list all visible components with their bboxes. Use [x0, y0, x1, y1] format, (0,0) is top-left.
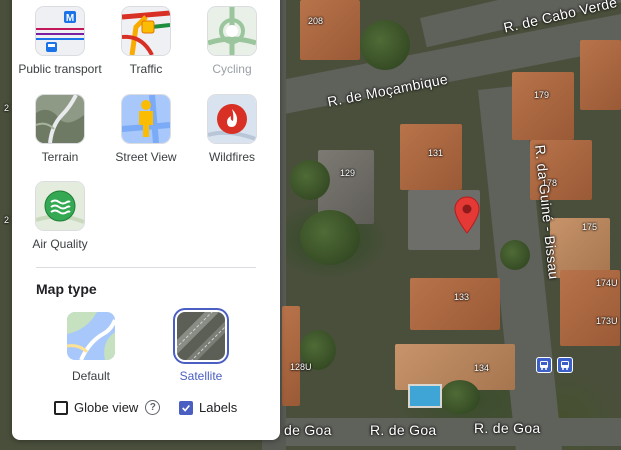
svg-text:M: M — [66, 13, 74, 24]
building-number: 179 — [534, 90, 550, 100]
building — [282, 306, 300, 406]
terrain-icon — [36, 95, 84, 143]
map-type-label: Default — [71, 369, 111, 383]
layer-label: Public transport — [18, 62, 102, 76]
building-number: 128U — [290, 362, 312, 372]
layer-air-quality[interactable]: Air Quality — [17, 182, 103, 252]
layer-terrain[interactable]: Terrain — [17, 95, 103, 165]
check-icon — [182, 404, 190, 412]
tree — [360, 20, 410, 70]
wildfires-icon — [208, 95, 256, 143]
layer-label: Cycling — [212, 62, 252, 76]
section-divider — [36, 267, 256, 268]
layer-public-transport[interactable]: M Public transport — [17, 7, 103, 77]
layer-label: Traffic — [129, 62, 163, 76]
building-number: 2 — [4, 103, 10, 113]
tree — [440, 380, 480, 414]
globe-view-option[interactable]: Globe view ? — [54, 400, 161, 415]
building-number: 173U — [596, 316, 618, 326]
building — [410, 278, 500, 330]
tree — [290, 160, 330, 200]
layer-label: Street View — [115, 150, 177, 164]
street-label-goa-3: R. de Goa — [474, 420, 541, 436]
traffic-icon — [122, 7, 170, 55]
building-number: 134 — [474, 363, 490, 373]
bus-stop-icon[interactable] — [536, 357, 552, 373]
cycling-icon — [208, 7, 256, 55]
building-number: 2 — [4, 215, 10, 225]
swimming-pool — [408, 384, 442, 408]
street-label-goa-1: de Goa — [284, 422, 332, 438]
layer-wildfires[interactable]: Wildfires — [189, 95, 275, 165]
tree — [500, 240, 530, 270]
building-number: 129 — [340, 168, 356, 178]
building-number: 175 — [582, 222, 598, 232]
labels-checkbox[interactable] — [179, 400, 193, 415]
building-number: 131 — [428, 148, 444, 158]
layer-street-view[interactable]: Street View — [103, 95, 189, 165]
building-number: 208 — [308, 16, 324, 26]
building — [512, 72, 574, 140]
labels-label: Labels — [199, 400, 238, 415]
default-map-icon — [67, 312, 115, 360]
map-type-satellite[interactable]: Satellite — [151, 312, 251, 383]
building-number: 174U — [596, 278, 618, 288]
layer-cycling[interactable]: Cycling — [189, 7, 275, 77]
public-transport-icon: M — [36, 7, 84, 55]
location-pin-icon[interactable] — [454, 196, 480, 234]
map-type-default[interactable]: Default — [41, 312, 141, 383]
building-number: 178 — [542, 178, 558, 188]
air-quality-icon — [36, 182, 84, 230]
building-number: 133 — [454, 292, 470, 302]
layer-traffic[interactable]: Traffic — [103, 7, 189, 77]
layer-label: Wildfires — [208, 150, 255, 164]
labels-option[interactable]: Labels — [179, 400, 237, 415]
help-icon[interactable]: ? — [145, 400, 161, 415]
street-view-icon — [122, 95, 170, 143]
tree — [300, 210, 360, 265]
layer-label: Terrain — [41, 150, 79, 164]
layer-label: Air Quality — [32, 237, 88, 251]
street-label-goa-2: R. de Goa — [370, 422, 437, 438]
satellite-map-icon — [177, 312, 225, 360]
bus-stop-icon[interactable] — [557, 357, 573, 373]
layers-panel: M Public transport Traffic Cycling Terra… — [12, 0, 280, 440]
globe-view-checkbox[interactable] — [54, 400, 68, 415]
globe-view-label: Globe view — [74, 400, 139, 415]
building — [580, 40, 621, 110]
building — [300, 0, 360, 60]
map-type-title: Map type — [36, 281, 97, 297]
map-type-label: Satellite — [179, 369, 223, 383]
